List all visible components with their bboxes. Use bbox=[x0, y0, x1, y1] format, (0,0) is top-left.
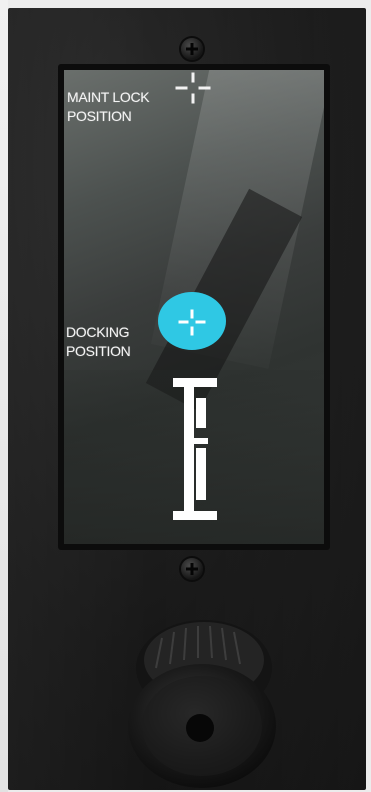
crosshair-icon bbox=[175, 72, 211, 104]
maint-lock-line-1: MAINT LOCK bbox=[67, 89, 150, 105]
docking-position-label: DOCKING POSITION bbox=[66, 323, 131, 361]
rotary-knob-icon[interactable] bbox=[122, 608, 282, 792]
crosshair-icon bbox=[178, 309, 206, 336]
photo-background: MAINT LOCK POSITION DOCKING POSITION bbox=[0, 0, 371, 792]
maint-lock-position-label: MAINT LOCK POSITION bbox=[67, 88, 150, 126]
maint-lock-line-2: POSITION bbox=[67, 108, 132, 124]
screw-icon bbox=[181, 558, 203, 580]
docking-line-1: DOCKING bbox=[66, 324, 130, 340]
screw-icon bbox=[181, 38, 203, 60]
docking-line-2: POSITION bbox=[66, 343, 131, 359]
rail-marker-icon bbox=[173, 378, 217, 520]
background-strip bbox=[0, 0, 8, 792]
